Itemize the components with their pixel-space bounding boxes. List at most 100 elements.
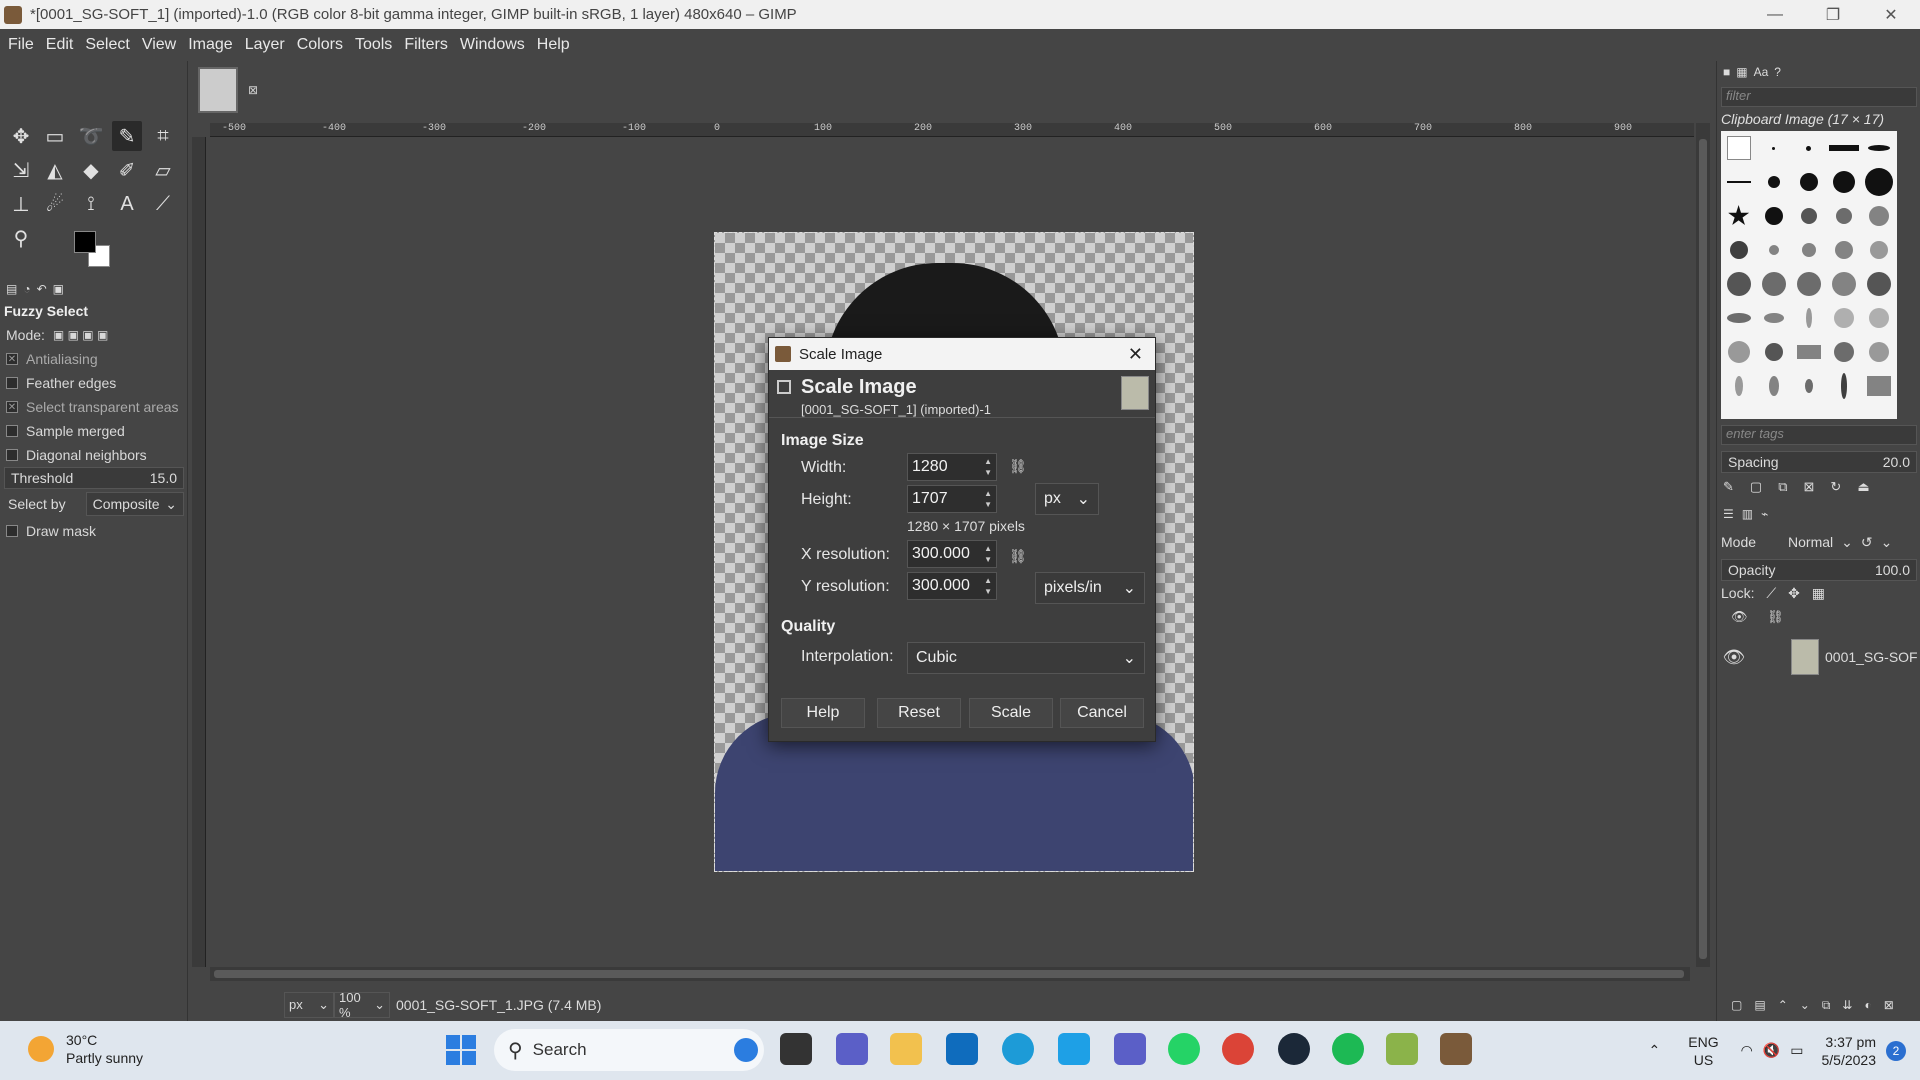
- menu-select[interactable]: Select: [79, 36, 135, 54]
- antialiasing-checkbox[interactable]: ✕: [6, 353, 18, 365]
- close-button[interactable]: ✕: [1862, 0, 1920, 29]
- resolution-chain-icon[interactable]: ⛓: [1009, 548, 1027, 565]
- brush-item[interactable]: [1867, 272, 1892, 296]
- spin-arrows-icon[interactable]: ▲ ▼: [984, 543, 992, 565]
- brush-item[interactable]: [1868, 145, 1891, 151]
- refresh-brushes-icon[interactable]: ↻: [1830, 479, 1841, 495]
- menu-windows[interactable]: Windows: [454, 36, 531, 54]
- channels-tab-icon[interactable]: ▥: [1742, 507, 1753, 521]
- merge-layer-icon[interactable]: ⇊: [1842, 998, 1852, 1013]
- menu-filters[interactable]: Filters: [398, 36, 454, 54]
- brush-item[interactable]: [1767, 176, 1780, 188]
- select-transparent-checkbox[interactable]: ✕: [6, 401, 18, 413]
- reset-button[interactable]: Reset: [877, 698, 961, 728]
- brush-item[interactable]: [1799, 173, 1818, 191]
- delete-brush-icon[interactable]: ⊠: [1804, 479, 1815, 495]
- menu-view[interactable]: View: [136, 36, 182, 54]
- brush-item[interactable]: [1726, 272, 1751, 296]
- images-tab-icon[interactable]: ▣: [53, 282, 64, 296]
- brush-item[interactable]: [1869, 308, 1890, 328]
- select-by-dropdown[interactable]: Composite ⌄: [85, 492, 184, 516]
- brush-item[interactable]: [1836, 208, 1853, 224]
- fonts-tab-icon[interactable]: Aa: [1754, 65, 1769, 79]
- menu-layer[interactable]: Layer: [239, 36, 291, 54]
- image-tab-thumbnail[interactable]: [198, 67, 238, 113]
- fuzzy-select-tool-icon[interactable]: ✎: [112, 121, 142, 151]
- brush-item[interactable]: [1763, 313, 1784, 323]
- rect-select-tool-icon[interactable]: ▭: [40, 121, 70, 151]
- brush-item[interactable]: [1806, 145, 1812, 151]
- zoom-dropdown[interactable]: 100 % ⌄: [334, 990, 390, 1020]
- paintbrush-icon[interactable]: ✐: [112, 155, 142, 185]
- horizontal-scrollbar[interactable]: [210, 967, 1690, 981]
- chat-icon[interactable]: [836, 1033, 868, 1065]
- spin-arrows-icon[interactable]: ▲ ▼: [984, 575, 992, 597]
- file-explorer-icon[interactable]: [890, 1033, 922, 1065]
- lower-layer-icon[interactable]: ⌄: [1800, 998, 1810, 1013]
- brush-item[interactable]: [1805, 308, 1812, 328]
- whatsapp-icon[interactable]: [1168, 1033, 1200, 1065]
- menu-file[interactable]: File: [2, 36, 40, 54]
- steam-icon[interactable]: [1278, 1033, 1310, 1065]
- weather-widget[interactable]: 30°C Partly sunny: [28, 1031, 143, 1067]
- eraser-icon[interactable]: ▱: [148, 155, 178, 185]
- brush-item[interactable]: [1726, 181, 1751, 183]
- brush-item[interactable]: [1869, 342, 1890, 362]
- notification-badge[interactable]: 2: [1886, 1040, 1906, 1061]
- brushes-tab-icon[interactable]: ■: [1723, 65, 1730, 79]
- task-view-icon[interactable]: [780, 1033, 812, 1065]
- help-button[interactable]: Help: [781, 698, 865, 728]
- close-tab-icon[interactable]: ⊠: [248, 83, 258, 97]
- brush-item[interactable]: [1841, 373, 1848, 399]
- spin-arrows-icon[interactable]: ▲ ▼: [984, 456, 992, 478]
- menu-colors[interactable]: Colors: [291, 36, 349, 54]
- teams-icon[interactable]: [1114, 1033, 1146, 1065]
- dialog-close-icon[interactable]: ✕: [1128, 344, 1143, 365]
- brush-item[interactable]: [1833, 171, 1856, 193]
- brush-item[interactable]: [1772, 146, 1776, 150]
- clock[interactable]: 3:37 pm 5/5/2023: [1822, 1033, 1877, 1069]
- duplicate-brush-icon[interactable]: ⧉: [1778, 479, 1787, 495]
- cancel-button[interactable]: Cancel: [1060, 698, 1144, 728]
- brush-grid[interactable]: [1721, 131, 1897, 419]
- brush-item[interactable]: [1832, 272, 1857, 296]
- spotify-icon[interactable]: [1332, 1033, 1364, 1065]
- tool-options-tab-icon[interactable]: ▤: [6, 282, 17, 296]
- bucket-fill-icon[interactable]: ◆: [76, 155, 106, 185]
- paths-tab-icon[interactable]: ⌁: [1761, 507, 1768, 521]
- brush-item[interactable]: [1764, 343, 1783, 361]
- app-l-icon[interactable]: [1058, 1033, 1090, 1065]
- width-input[interactable]: 1280 ▲ ▼: [907, 453, 997, 481]
- smudge-tool-icon[interactable]: ☄: [40, 189, 70, 219]
- brush-item[interactable]: [1761, 272, 1786, 296]
- move-tool-icon[interactable]: ✥: [6, 121, 36, 151]
- menu-help[interactable]: Help: [531, 36, 576, 54]
- minimize-button[interactable]: —: [1746, 0, 1804, 29]
- brush-clipboard[interactable]: [1726, 136, 1751, 160]
- warp-tool-icon[interactable]: ◭: [40, 155, 70, 185]
- lasso-tool-icon[interactable]: ➰: [76, 121, 106, 151]
- layer-mask-icon[interactable]: ◐: [1864, 998, 1871, 1013]
- maximize-button[interactable]: ❐: [1804, 0, 1862, 29]
- volume-muted-icon[interactable]: 🔇: [1763, 1042, 1780, 1059]
- zoom-tool-icon[interactable]: ⚲: [6, 223, 36, 253]
- layer-row[interactable]: 👁 0001_SG-SOF: [1717, 631, 1920, 683]
- brush-item[interactable]: [1726, 313, 1751, 323]
- height-input[interactable]: 1707 ▲ ▼: [907, 485, 997, 513]
- bing-icon[interactable]: [734, 1038, 758, 1062]
- brush-item[interactable]: [1734, 376, 1743, 396]
- gimp-taskbar-icon[interactable]: [1440, 1033, 1472, 1065]
- brush-item[interactable]: [1835, 241, 1854, 259]
- open-brush-icon[interactable]: ⏏: [1857, 479, 1869, 495]
- help-tab-icon[interactable]: ?: [1774, 65, 1781, 79]
- scale-button[interactable]: Scale: [969, 698, 1053, 728]
- y-resolution-input[interactable]: 300.000 ▲ ▼: [907, 572, 997, 600]
- size-unit-dropdown[interactable]: px ⌄: [1035, 483, 1099, 515]
- color-picker-icon[interactable]: ⟋: [148, 189, 178, 219]
- brush-filter-input[interactable]: filter: [1721, 87, 1917, 107]
- interpolation-dropdown[interactable]: Cubic ⌄: [907, 642, 1145, 674]
- undo-history-tab-icon[interactable]: ↶: [37, 282, 47, 296]
- brush-item[interactable]: [1865, 168, 1894, 196]
- store-icon[interactable]: [946, 1033, 978, 1065]
- language-indicator[interactable]: ENG US: [1688, 1033, 1718, 1069]
